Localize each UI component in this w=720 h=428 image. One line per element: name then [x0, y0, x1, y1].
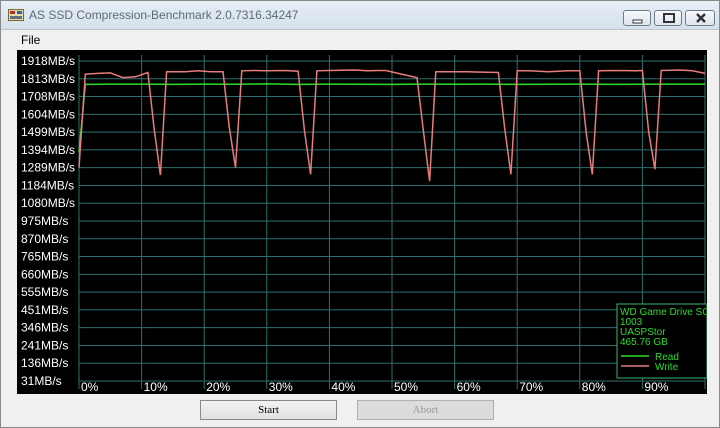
x-tick-label: 90% — [644, 380, 668, 394]
y-tick-label: 1080MB/s — [21, 196, 75, 210]
y-tick-label: 1604MB/s — [21, 107, 75, 121]
app-icon — [8, 9, 24, 21]
close-button[interactable] — [685, 10, 715, 26]
y-tick-label: 346MB/s — [21, 321, 68, 335]
y-tick-label: 1918MB/s — [21, 54, 75, 68]
x-tick-label: 60% — [457, 380, 481, 394]
y-tick-label: 136MB/s — [21, 356, 68, 370]
x-tick-label: 80% — [582, 380, 606, 394]
x-tick-label: 0% — [81, 380, 99, 394]
chart-svg: 1918MB/s 1813MB/s 1708MB/s 1604MB/s 1499MB/s… — [21, 54, 707, 394]
legend-label-write: Write — [655, 362, 679, 373]
y-tick-label: 1184MB/s — [21, 178, 74, 192]
x-tick-label: 10% — [144, 380, 168, 394]
y-tick-label: 1499MB/s — [21, 125, 75, 139]
y-tick-label: 1289MB/s — [21, 161, 75, 175]
y-tick-label: 975MB/s — [21, 214, 68, 228]
menu-file[interactable]: File — [21, 33, 40, 47]
start-button[interactable]: Start — [200, 400, 337, 420]
y-tick-label: 451MB/s — [21, 303, 68, 317]
y-tick-label: 31MB/s — [21, 374, 62, 388]
close-icon — [696, 13, 706, 23]
y-tick-label: 870MB/s — [21, 232, 68, 246]
legend-capacity: 465.76 GB — [620, 337, 668, 348]
menu-bar: File — [1, 30, 719, 50]
app-window: AS SSD Compression-Benchmark 2.0.7316.34… — [0, 0, 720, 428]
minimize-button[interactable] — [623, 10, 651, 26]
x-tick-label: 40% — [331, 380, 355, 394]
x-tick-label: 30% — [269, 380, 293, 394]
y-tick-label: 241MB/s — [21, 338, 68, 352]
title-bar[interactable]: AS SSD Compression-Benchmark 2.0.7316.34… — [1, 1, 719, 30]
maximize-button[interactable] — [654, 10, 682, 26]
x-tick-label: 50% — [394, 380, 418, 394]
benchmark-chart: 1918MB/s 1813MB/s 1708MB/s 1604MB/s 1499MB/s… — [17, 50, 707, 394]
x-tick-label: 70% — [519, 380, 543, 394]
maximize-icon — [663, 13, 675, 23]
y-tick-label: 1394MB/s — [21, 143, 75, 157]
y-tick-label: 1813MB/s — [21, 72, 75, 86]
y-tick-label: 660MB/s — [21, 267, 68, 281]
abort-button[interactable]: Abort — [357, 400, 494, 420]
minimize-icon — [632, 19, 643, 24]
y-tick-label: 1708MB/s — [21, 90, 75, 104]
x-tick-label: 20% — [206, 380, 230, 394]
y-tick-label: 555MB/s — [21, 285, 68, 299]
y-tick-label: 765MB/s — [21, 250, 68, 264]
window-title: AS SSD Compression-Benchmark 2.0.7316.34… — [29, 8, 299, 22]
